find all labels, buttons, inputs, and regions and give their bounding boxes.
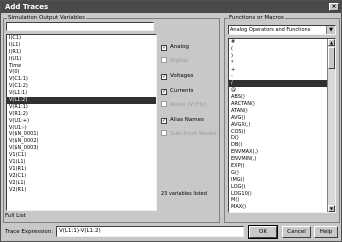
variable-list-item[interactable]: I(L1): [7, 42, 156, 49]
function-list-item[interactable]: (: [229, 46, 335, 53]
scroll-thumb[interactable]: [328, 47, 335, 69]
checkbox-unchecked-icon[interactable]: [161, 130, 167, 136]
option-label: Noise (V²/Hz): [170, 102, 207, 108]
function-list-item[interactable]: D(): [229, 135, 335, 142]
scroll-up-icon[interactable]: ▲: [328, 39, 335, 46]
option-5[interactable]: ✓ Alias Names: [161, 116, 204, 124]
variable-list-item[interactable]: I(R1): [7, 49, 156, 56]
title-bar: Add Traces ×: [1, 1, 341, 13]
function-list-item[interactable]: *: [229, 60, 335, 67]
variable-list-item[interactable]: V(U1:+): [7, 118, 156, 125]
function-list[interactable]: #() * + - / @ ABS() ARCTAN() ATAN() AVG() AVGX(,) C…: [228, 38, 336, 213]
variable-list-item[interactable]: V(C1:2): [7, 83, 156, 90]
checkbox-checked-icon[interactable]: ✓: [161, 118, 167, 124]
function-list-item[interactable]: /: [229, 80, 335, 88]
help-button[interactable]: Help: [314, 226, 338, 238]
scroll-down-icon[interactable]: ▼: [328, 205, 335, 212]
variable-list-item[interactable]: V(L1:2): [7, 97, 156, 104]
option-6[interactable]: Subcircuit Nodes: [161, 130, 216, 138]
function-list-item[interactable]: AVGX(,): [229, 122, 335, 129]
function-list-item[interactable]: AVG(): [229, 115, 335, 122]
variable-list-item[interactable]: V($N_0002): [7, 138, 156, 145]
option-4[interactable]: Noise (V²/Hz): [161, 101, 206, 109]
function-list-item[interactable]: ): [229, 53, 335, 60]
function-list-item[interactable]: DB(): [229, 142, 335, 149]
variable-list-item[interactable]: V1(R1): [7, 166, 156, 173]
variable-list-item[interactable]: V(R1:1): [7, 104, 156, 111]
function-list-item[interactable]: IMG(): [229, 177, 335, 184]
variable-list-item[interactable]: I(U1): [7, 56, 156, 63]
variable-list-item[interactable]: V(0): [7, 69, 156, 76]
option-label: Analog: [170, 44, 190, 50]
variable-filter-input[interactable]: [6, 22, 154, 31]
variable-list-item[interactable]: V1(L1): [7, 159, 156, 166]
option-2[interactable]: ✓ Voltages: [161, 72, 194, 80]
function-list-item[interactable]: ATAN(): [229, 108, 335, 115]
checkbox-checked-icon[interactable]: ✓: [161, 89, 167, 95]
option-label: Subcircuit Nodes: [170, 131, 217, 137]
variable-list-item[interactable]: V2(R1): [7, 187, 156, 194]
variable-list-item[interactable]: V(L1:1): [7, 90, 156, 97]
option-3[interactable]: ✓ Currents: [161, 87, 194, 95]
checkbox-checked-icon[interactable]: ✓: [161, 45, 167, 51]
dialog-title: Add Traces: [5, 3, 49, 11]
checkbox-unchecked-icon[interactable]: [161, 57, 167, 63]
chevron-down-icon[interactable]: ▼: [326, 26, 335, 34]
add-traces-dialog: Add Traces × Simulation Output Variables…: [0, 0, 342, 242]
checkbox-unchecked-icon[interactable]: [161, 101, 167, 107]
function-category-value: Analog Operators and Functions: [230, 27, 311, 33]
function-list-item[interactable]: M(): [229, 197, 335, 204]
variable-count: 23 variables listed: [161, 191, 207, 197]
function-items: #() * + - / @ ABS() ARCTAN() ATAN() AVG() AVGX(,) C…: [229, 39, 335, 211]
cancel-button[interactable]: Cancel: [282, 226, 311, 238]
variable-list-item[interactable]: V(C1:1): [7, 76, 156, 83]
option-label: Currents: [170, 88, 194, 94]
option-0[interactable]: ✓ Analog: [161, 43, 189, 51]
variable-list-item[interactable]: V2(L1): [7, 180, 156, 187]
function-list-item[interactable]: ABS(): [229, 94, 335, 101]
function-list-item[interactable]: ENVMIN(,): [229, 156, 335, 163]
trace-expression-input[interactable]: V(L1:1)-V(L1:2): [56, 226, 244, 237]
full-list-label: Full List: [5, 213, 26, 219]
trace-expression-label: Trace Expression:: [5, 229, 54, 235]
function-list-item[interactable]: G(): [229, 170, 335, 177]
function-category-select[interactable]: Analog Operators and Functions ▼: [228, 25, 336, 35]
variable-list-item[interactable]: I(C1): [7, 35, 156, 42]
variable-list-item[interactable]: Time: [7, 63, 156, 70]
option-label: Alias Names: [170, 117, 204, 123]
variable-list-item[interactable]: V(U1:-): [7, 125, 156, 132]
function-list-scrollbar[interactable]: ▲ ▼: [327, 39, 335, 212]
close-button[interactable]: ×: [329, 3, 339, 11]
option-label: Voltages: [170, 73, 194, 79]
function-list-item[interactable]: ENVMAX(,): [229, 149, 335, 156]
function-list-item[interactable]: @: [229, 87, 335, 94]
group-label-variables: Simulation Output Variables: [7, 14, 87, 22]
function-list-item[interactable]: LOG10(): [229, 191, 335, 198]
variable-list-item[interactable]: V(R1:2): [7, 111, 156, 118]
function-list-item[interactable]: COS(): [229, 129, 335, 136]
checkbox-checked-icon[interactable]: ✓: [161, 74, 167, 80]
variable-list-item[interactable]: V($N_0001): [7, 131, 156, 138]
function-list-item[interactable]: +: [229, 67, 335, 74]
variable-list[interactable]: I(C1) I(L1) I(R1) I(U1) Time V(0) V(C1:1) V(C1:…: [6, 34, 157, 211]
variable-list-item[interactable]: V($N_0003): [7, 145, 156, 152]
function-list-item[interactable]: -: [229, 73, 335, 80]
function-list-item[interactable]: ARCTAN(): [229, 101, 335, 108]
group-label-functions: Functions or Macros: [228, 14, 285, 22]
variable-list-item[interactable]: V2(C1): [7, 173, 156, 180]
function-list-item[interactable]: LOG(): [229, 184, 335, 191]
function-list-item[interactable]: MAX(): [229, 204, 335, 211]
option-1[interactable]: Digital: [161, 57, 188, 65]
variable-list-item[interactable]: V1(C1): [7, 152, 156, 159]
function-list-item[interactable]: EXP(): [229, 163, 335, 170]
ok-button[interactable]: OK: [248, 225, 278, 239]
function-list-item[interactable]: #: [229, 39, 335, 46]
option-label: Digital: [170, 58, 188, 64]
